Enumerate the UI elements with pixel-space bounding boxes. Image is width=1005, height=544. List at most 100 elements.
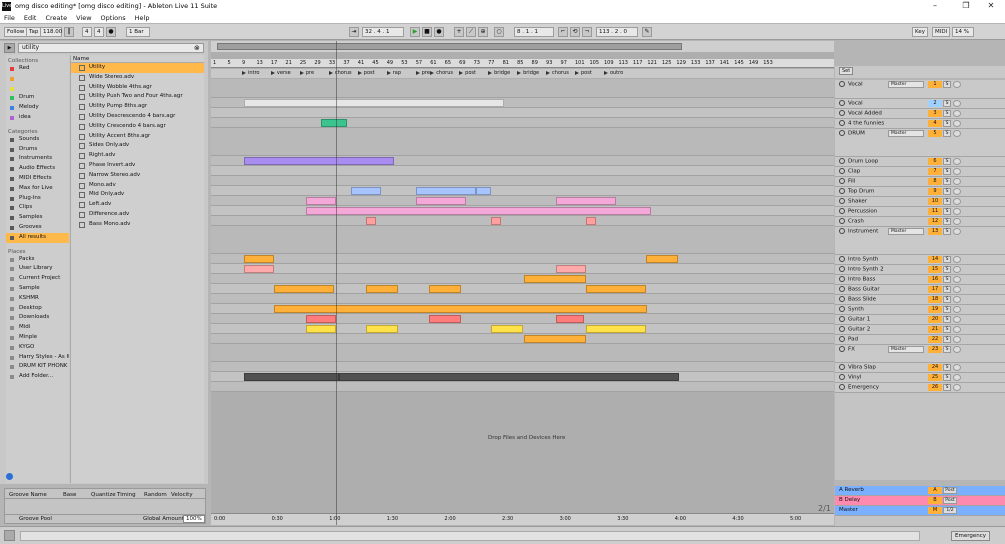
arm-button[interactable] (953, 256, 961, 263)
arrangement-overview[interactable] (211, 41, 834, 52)
track-activator-icon[interactable] (839, 296, 845, 302)
collection-item[interactable]: idea (6, 113, 69, 123)
track-lane[interactable] (211, 176, 834, 186)
solo-button[interactable]: S (943, 81, 951, 88)
track-number-button[interactable]: 4 (928, 120, 942, 127)
return-post-button[interactable]: Post (943, 487, 957, 494)
draw-mode-icon[interactable]: ✎ (642, 27, 652, 37)
track-lane[interactable] (211, 284, 834, 294)
browser-toggle-icon[interactable]: ▶ (4, 43, 15, 53)
clip[interactable] (524, 275, 586, 283)
collection-item[interactable]: Red (6, 64, 69, 74)
track-header[interactable]: Bass Slide 18 S (835, 295, 1005, 305)
name-column-header[interactable]: Name (71, 55, 204, 63)
place-item[interactable]: Midi (6, 323, 69, 333)
arm-button[interactable] (953, 316, 961, 323)
track-activator-icon[interactable] (839, 100, 845, 106)
clip[interactable] (429, 285, 461, 293)
track-lane[interactable] (211, 334, 834, 344)
track-header[interactable]: Top Drum 9 S (835, 187, 1005, 197)
track-lane[interactable] (211, 362, 834, 372)
locator-marker[interactable]: post (357, 70, 375, 77)
track-header[interactable]: Instrument Master 13 S (835, 227, 1005, 255)
clip[interactable] (306, 325, 336, 333)
browser-result-item[interactable]: Utility Accent 8ths.agr (71, 132, 204, 142)
category-item[interactable]: Max for Live (6, 184, 69, 194)
browser-result-item[interactable]: Difference.adv (71, 210, 204, 220)
menu-options[interactable]: Options (101, 14, 126, 22)
solo-button[interactable]: S (943, 130, 951, 137)
track-name[interactable]: Drum Loop (839, 158, 878, 165)
track-activator-icon[interactable] (839, 208, 845, 214)
track-lane[interactable] (211, 196, 834, 206)
track-name[interactable]: Vinyl (839, 374, 861, 381)
place-item[interactable]: Harry Styles - As It Wa (6, 353, 69, 363)
track-lane[interactable] (211, 166, 834, 176)
track-name[interactable]: FX (839, 346, 855, 353)
track-number-button[interactable]: 25 (928, 374, 942, 381)
category-item[interactable]: Audio Effects (6, 164, 69, 174)
track-name[interactable]: Bass Guitar (839, 286, 880, 293)
track-number-button[interactable]: 1 (928, 81, 942, 88)
solo-button[interactable]: S (943, 316, 951, 323)
arm-button[interactable] (953, 384, 961, 391)
category-item[interactable]: Instruments (6, 154, 69, 164)
browser-result-item[interactable]: Left.adv (71, 200, 204, 210)
clip[interactable] (524, 335, 586, 343)
maximize-button[interactable]: ❐ (952, 0, 980, 12)
place-item[interactable]: DRUM KIT PHONK @ (6, 362, 69, 372)
clip[interactable] (351, 187, 381, 195)
arm-button[interactable] (953, 374, 961, 381)
track-activator-icon[interactable] (839, 266, 845, 272)
place-item[interactable]: Current Project (6, 274, 69, 284)
solo-button[interactable]: S (943, 286, 951, 293)
track-name[interactable]: Clap (839, 168, 860, 175)
track-name[interactable]: 4 the funnies (839, 120, 884, 127)
track-number-button[interactable]: 13 (928, 228, 942, 235)
track-number-button[interactable]: 19 (928, 306, 942, 313)
track-header[interactable]: Crash 12 S (835, 217, 1005, 227)
track-name[interactable]: Vocal (839, 100, 863, 107)
clip[interactable] (556, 315, 584, 323)
browser-result-item[interactable]: Mid Only.adv (71, 190, 204, 200)
collection-item[interactable] (6, 84, 69, 94)
close-button[interactable]: ✕ (977, 0, 1005, 12)
track-lane[interactable] (211, 294, 834, 304)
track-activator-icon[interactable] (839, 276, 845, 282)
clip[interactable] (274, 285, 334, 293)
track-lane[interactable] (211, 314, 834, 324)
browser-result-item[interactable]: Right.adv (71, 151, 204, 161)
solo-button[interactable]: S (943, 198, 951, 205)
track-lane[interactable] (211, 79, 834, 98)
key-map-button[interactable]: Key (912, 27, 928, 37)
track-activator-icon[interactable] (839, 188, 845, 194)
track-lane[interactable] (211, 98, 834, 108)
arm-button[interactable] (953, 208, 961, 215)
group-fold-icon[interactable] (839, 346, 845, 352)
output-routing-select[interactable]: Master (888, 130, 924, 137)
clip[interactable] (306, 315, 336, 323)
track-lane[interactable] (211, 118, 834, 128)
global-amount-value[interactable]: 100% (183, 515, 205, 523)
track-name[interactable]: Intro Synth (839, 256, 878, 263)
locator-marker[interactable]: post (459, 70, 476, 77)
arm-button[interactable] (953, 178, 961, 185)
track-header[interactable]: Fill 8 S (835, 177, 1005, 187)
track-header[interactable]: Intro Synth 2 15 S (835, 265, 1005, 275)
track-header[interactable]: Guitar 2 21 S (835, 325, 1005, 335)
track-number-button[interactable]: 10 (928, 198, 942, 205)
track-header[interactable]: Vibra Slap 24 S (835, 363, 1005, 373)
track-number-button[interactable]: 26 (928, 384, 942, 391)
track-lane[interactable] (211, 186, 834, 196)
arm-button[interactable] (953, 326, 961, 333)
track-activator-icon[interactable] (839, 168, 845, 174)
record-icon[interactable]: ● (434, 27, 444, 37)
category-item[interactable]: Grooves (6, 223, 69, 233)
menu-create[interactable]: Create (45, 14, 67, 22)
solo-button[interactable]: S (943, 266, 951, 273)
track-header[interactable]: Bass Guitar 17 S (835, 285, 1005, 295)
loop-icon[interactable]: ⟲ (570, 27, 580, 37)
clip[interactable] (556, 197, 616, 205)
arm-button[interactable] (953, 336, 961, 343)
track-name[interactable]: Crash (839, 218, 864, 225)
